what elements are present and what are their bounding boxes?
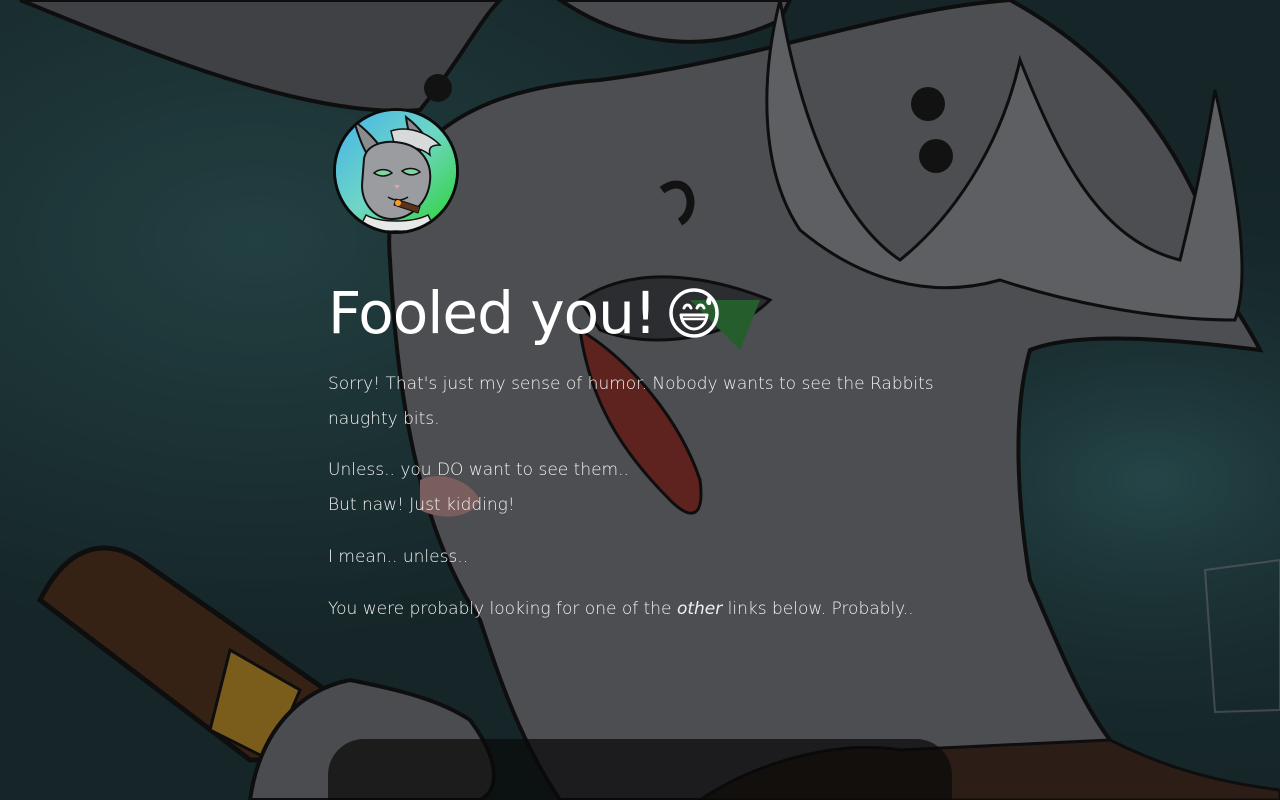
paragraph-other-links: You were probably looking for one of the… [328, 592, 952, 627]
paragraph-other-links-emphasis: other [676, 598, 723, 619]
paragraph-apology: Sorry! That's just my sense of humor. No… [328, 373, 934, 429]
rabbit-avatar-icon [336, 111, 456, 231]
paragraph-other-links-end: links below. Probably.. [722, 598, 914, 619]
page-title: Fooled you! [328, 280, 952, 347]
paragraph-unless: Unless.. you DO want to see them.. But n… [328, 453, 952, 523]
grinning-sweat-emoji-icon [669, 288, 719, 339]
links-panel[interactable] [328, 739, 952, 800]
paragraph-unless-line-1: Unless.. you DO want to see them.. [328, 459, 629, 480]
main-content: Fooled you! Sorry! That's just my sense … [328, 108, 952, 627]
paragraph-i-mean: I mean.. unless.. [328, 546, 469, 567]
page-title-text: Fooled you! [328, 279, 657, 347]
paragraph-other-links-start: You were probably looking for one of the [328, 598, 677, 619]
paragraph-unless-line-2: But naw! Just kidding! [328, 494, 515, 515]
profile-avatar [333, 108, 459, 234]
